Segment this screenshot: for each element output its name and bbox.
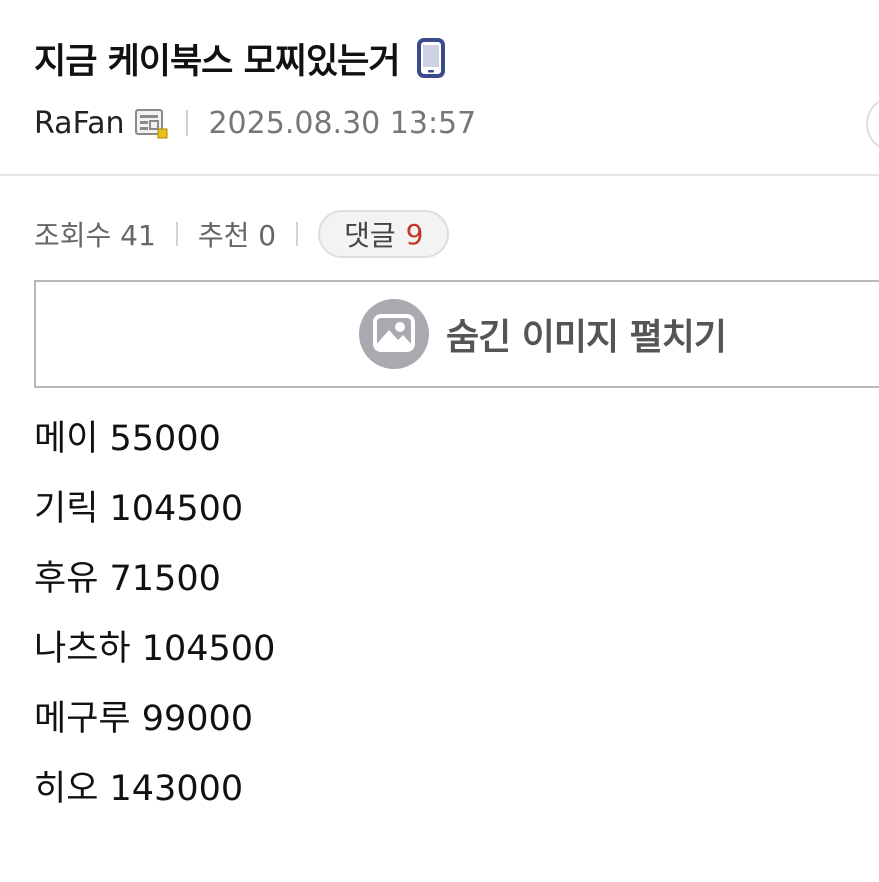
comments-count: 9 [405,217,424,251]
stat-divider [296,222,299,246]
show-hidden-image-button[interactable]: 숨긴 이미지 펼치기 [34,280,879,388]
share-button[interactable] [866,96,879,152]
header-divider [0,174,879,176]
image-icon [358,298,430,370]
recommend-count: 추천 0 [197,219,277,252]
content-line: 메구루 99000 [34,699,254,739]
level-badge-icon [134,106,168,140]
comments-button[interactable]: 댓글 9 [318,210,450,258]
meta-divider [186,110,189,136]
smartphone-icon [416,38,446,78]
post-header: 지금 케이북스 모찌있는거 [34,30,446,86]
content-line: 후유 71500 [34,559,221,599]
show-hidden-image-content: 숨긴 이미지 펼치기 [358,298,727,370]
view-count: 조회수 41 [34,219,156,252]
content-line: 히오 143000 [34,769,244,809]
content-line: 나츠하 104500 [34,629,276,669]
post-stats: 조회수 41 추천 0 댓글 9 [34,208,450,260]
comments-label: 댓글 [344,219,396,252]
content-line: 메이 55000 [34,419,221,459]
post-title: 지금 케이북스 모찌있는거 [34,41,401,82]
author-name[interactable]: RaFan [34,106,124,141]
post-date: 2025.08.30 13:57 [208,105,477,141]
stat-divider [175,222,178,246]
post-meta: RaFan 2025.08.30 13:57 [34,100,476,146]
post-body: 메이 55000 기릭 104500 후유 71500 나츠하 104500 메… [34,404,275,824]
content-line: 기릭 104500 [34,489,244,529]
show-hidden-image-label: 숨긴 이미지 펼치기 [446,317,727,358]
